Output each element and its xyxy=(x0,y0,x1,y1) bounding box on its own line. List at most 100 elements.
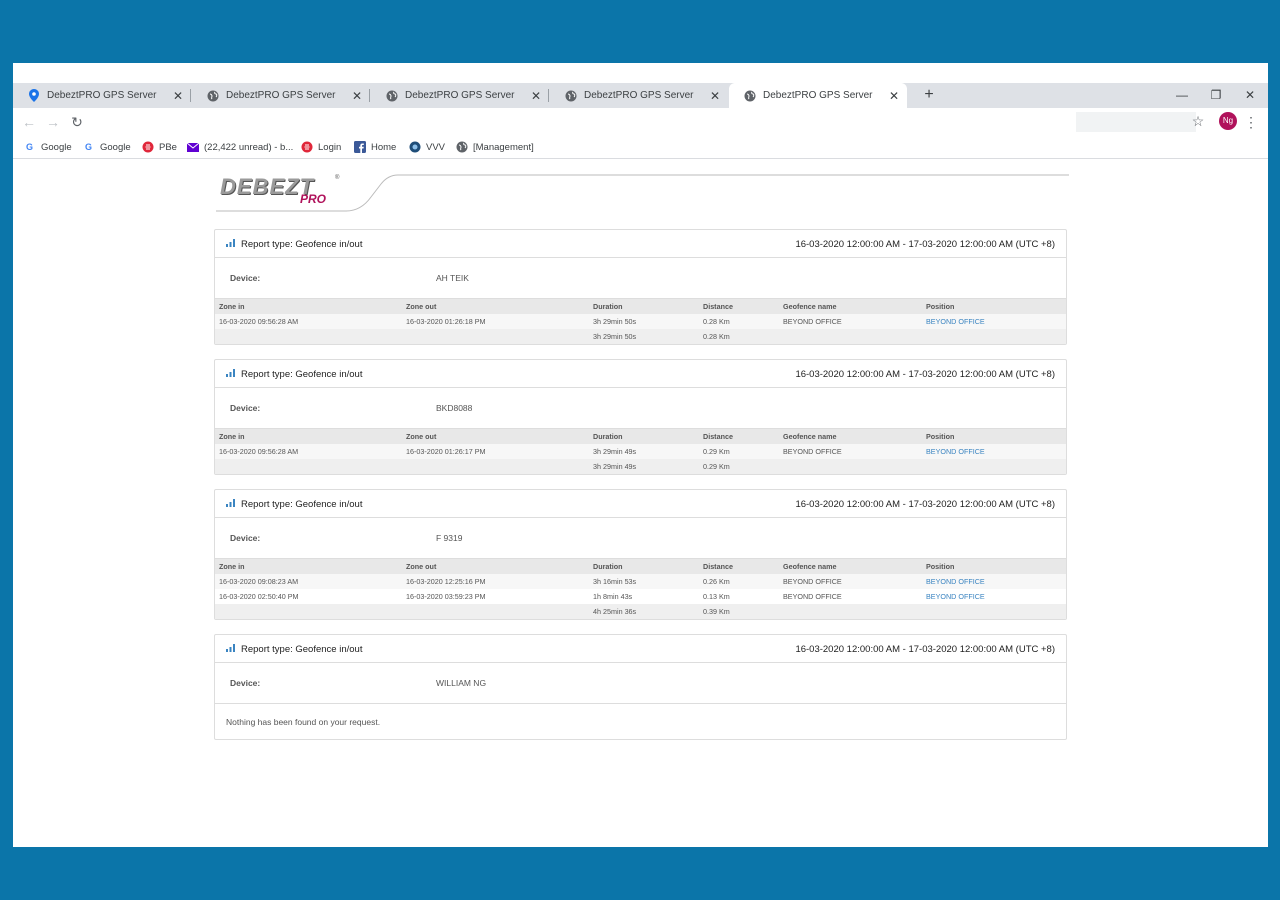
new-tab-icon[interactable]: + xyxy=(920,86,938,104)
report-panel: Report type: Geofence in/out 16-03-2020 … xyxy=(214,359,1067,475)
distance-cell: 0.26 Km xyxy=(699,573,779,589)
tab-4[interactable]: DebeztPRO GPS Server ✕ xyxy=(550,83,728,108)
report-date-range: 16-03-2020 12:00:00 AM - 17-03-2020 12:0… xyxy=(795,239,1055,250)
google-icon: G xyxy=(25,142,33,152)
table-row: 16-03-2020 09:56:28 AM 16-03-2020 01:26:… xyxy=(215,313,1066,329)
pbe-icon xyxy=(300,141,313,154)
column-header: Duration xyxy=(589,298,699,314)
tab-3[interactable]: DebeztPRO GPS Server ✕ xyxy=(371,83,549,108)
title-bar xyxy=(13,63,1268,83)
device-name: F 9319 xyxy=(436,533,463,543)
position-cell: BEYOND OFFICE xyxy=(922,443,1066,459)
report-header: Report type: Geofence in/out 16-03-2020 … xyxy=(215,490,1066,518)
report-panel: Report type: Geofence in/out 16-03-2020 … xyxy=(214,229,1067,345)
distance-cell: 0.29 Km xyxy=(699,443,779,459)
total-duration: 3h 29min 50s xyxy=(589,328,699,344)
bookmark-label: (22,422 unread) - b... xyxy=(204,141,294,153)
bookmark-pbe[interactable]: PBe xyxy=(141,139,177,155)
address-bar[interactable] xyxy=(121,111,1211,131)
menu-dots-icon[interactable]: ⋮ xyxy=(1244,112,1258,132)
report-date-range: 16-03-2020 12:00:00 AM - 17-03-2020 12:0… xyxy=(795,644,1055,655)
bookmark-label: Google xyxy=(41,141,72,153)
device-label: Device: xyxy=(230,678,261,688)
browser-window: DebeztPRO GPS Server ✕ DebeztPRO GPS Ser… xyxy=(13,63,1268,847)
tab-divider xyxy=(190,89,191,102)
address-bar-end xyxy=(1076,112,1196,132)
bookmark-label: [Management] xyxy=(473,141,534,153)
total-distance: 0.28 Km xyxy=(699,328,779,344)
minimize-icon[interactable]: — xyxy=(1172,86,1192,104)
close-icon[interactable]: ✕ xyxy=(708,89,722,103)
tab-title: DebeztPRO GPS Server xyxy=(226,90,336,101)
close-window-icon[interactable]: ✕ xyxy=(1240,86,1260,104)
tab-strip: DebeztPRO GPS Server ✕ DebeztPRO GPS Ser… xyxy=(13,83,1268,108)
tab-title: DebeztPRO GPS Server xyxy=(584,90,694,101)
total-row: 4h 25min 36s 0.39 Km xyxy=(215,603,1066,619)
position-link[interactable]: BEYOND OFFICE xyxy=(926,577,985,586)
empty-result-message: Nothing has been found on your request. xyxy=(215,703,1066,739)
close-icon[interactable]: ✕ xyxy=(350,89,364,103)
bookmark-management[interactable]: [Management] xyxy=(455,139,534,155)
column-header: Zone out xyxy=(402,558,589,574)
tab-2[interactable]: DebeztPRO GPS Server ✕ xyxy=(192,83,370,108)
distance-cell: 0.13 Km xyxy=(699,588,779,604)
forward-arrow-icon[interactable]: → xyxy=(43,112,63,132)
tab-1[interactable]: DebeztPRO GPS Server ✕ xyxy=(13,83,191,108)
column-header: Zone out xyxy=(402,428,589,444)
avatar[interactable]: Ng xyxy=(1219,112,1237,130)
browser-toolbar: ← → ↻ ☆ ⋮ xyxy=(13,108,1268,135)
report-table: Zone in Zone out Duration Distance Geofe… xyxy=(215,558,1066,619)
column-header: Zone in xyxy=(215,558,402,574)
report-header: Report type: Geofence in/out 16-03-2020 … xyxy=(215,635,1066,663)
google-icon: G xyxy=(84,142,92,152)
back-arrow-icon[interactable]: ← xyxy=(19,112,39,132)
zone-in-cell: 16-03-2020 09:08:23 AM xyxy=(215,573,402,589)
column-header: Geofence name xyxy=(779,428,922,444)
bookmark-mail[interactable]: (22,422 unread) - b... xyxy=(186,139,293,155)
vvv-icon xyxy=(408,141,421,154)
table-header-row: Zone in Zone out Duration Distance Geofe… xyxy=(215,298,1066,314)
empty-result-text: Nothing has been found on your request. xyxy=(226,717,381,727)
bookmark-login[interactable]: Login xyxy=(300,139,341,155)
device-name: AH TEIK xyxy=(436,273,469,283)
globe-icon xyxy=(743,89,757,103)
bookmark-label: PBe xyxy=(159,141,177,153)
close-icon[interactable]: ✕ xyxy=(529,89,543,103)
device-row: Device: WILLIAM NG xyxy=(215,663,1066,703)
position-link[interactable]: BEYOND OFFICE xyxy=(926,592,985,601)
tab-divider xyxy=(369,89,370,102)
logo-pro: PRO xyxy=(300,192,327,206)
device-label: Device: xyxy=(230,533,261,543)
bookmark-google-2[interactable]: G Google xyxy=(82,139,131,155)
device-name: WILLIAM NG xyxy=(436,678,487,688)
close-icon[interactable]: ✕ xyxy=(887,89,901,103)
bookmark-home[interactable]: Home xyxy=(353,139,396,155)
column-header: Distance xyxy=(699,558,779,574)
total-duration: 4h 25min 36s xyxy=(589,603,699,619)
geofence-name-cell: BEYOND OFFICE xyxy=(779,313,922,329)
position-link[interactable]: BEYOND OFFICE xyxy=(926,317,985,326)
device-row: Device: AH TEIK xyxy=(215,258,1066,298)
bookmark-vvv[interactable]: VVV xyxy=(408,139,445,155)
close-icon[interactable]: ✕ xyxy=(171,89,185,103)
report-type: Report type: Geofence in/out xyxy=(241,369,363,380)
logo-header: DEBEZT PRO ® xyxy=(216,172,1069,212)
zone-in-cell: 16-03-2020 09:56:28 AM xyxy=(215,313,402,329)
restore-icon[interactable]: ❐ xyxy=(1206,86,1226,104)
bookmark-google[interactable]: G Google xyxy=(23,139,72,155)
globe-icon xyxy=(206,89,220,103)
tab-5-active[interactable]: DebeztPRO GPS Server ✕ xyxy=(729,83,907,108)
table-header-row: Zone in Zone out Duration Distance Geofe… xyxy=(215,558,1066,574)
geofence-name-cell: BEYOND OFFICE xyxy=(779,573,922,589)
column-header: Zone in xyxy=(215,428,402,444)
star-icon[interactable]: ☆ xyxy=(1188,111,1208,131)
bar-chart-icon xyxy=(226,239,235,247)
zone-out-cell: 16-03-2020 01:26:17 PM xyxy=(402,443,589,459)
position-link[interactable]: BEYOND OFFICE xyxy=(926,447,985,456)
reload-icon[interactable]: ↻ xyxy=(67,112,87,132)
total-distance: 0.39 Km xyxy=(699,603,779,619)
report-header: Report type: Geofence in/out 16-03-2020 … xyxy=(215,360,1066,388)
tab-title: DebeztPRO GPS Server xyxy=(47,90,157,101)
total-row: 3h 29min 49s 0.29 Km xyxy=(215,458,1066,474)
device-row: Device: BKD8088 xyxy=(215,388,1066,428)
